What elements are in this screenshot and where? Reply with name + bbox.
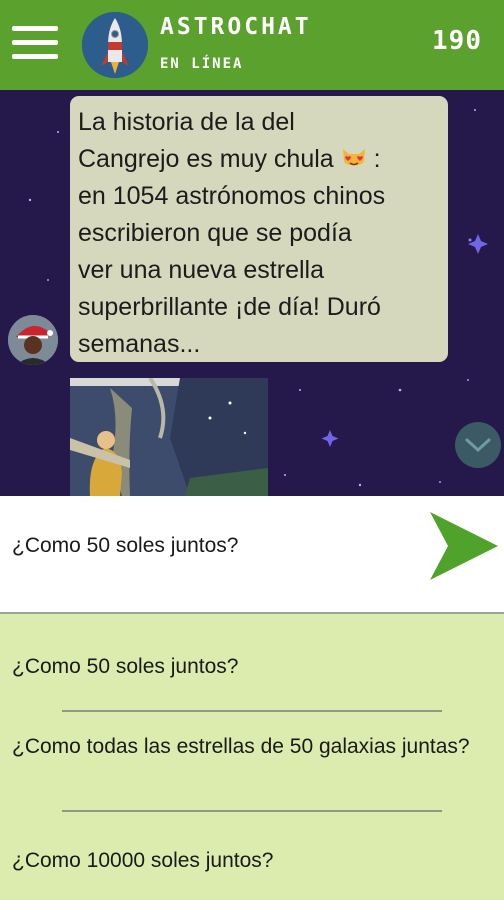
message-bubble: La historia de la del Cangrejo es muy ch… xyxy=(70,96,448,362)
message-line: semanas... xyxy=(78,330,201,358)
send-arrow-icon xyxy=(430,512,498,580)
chat-area[interactable]: La historia de la del Cangrejo es muy ch… xyxy=(0,90,504,496)
message-line: superbrillante ¡de día! Duró xyxy=(78,293,381,321)
message-line: en 1054 astrónomos chinos xyxy=(78,182,386,210)
message-line: escribieron que se podía xyxy=(78,219,352,247)
send-button[interactable] xyxy=(426,510,500,582)
answer-options: ¿Como 50 soles juntos? ¿Como todas las e… xyxy=(0,614,504,900)
answer-option[interactable]: ¿Como 50 soles juntos? xyxy=(12,652,482,682)
sender-avatar xyxy=(8,315,58,365)
message-input[interactable]: ¿Como 50 soles juntos? xyxy=(12,534,238,558)
online-status: EN LÍNEA xyxy=(160,56,244,72)
divider xyxy=(62,710,442,712)
message-input-area: ¿Como 50 soles juntos? xyxy=(0,496,504,614)
message-line: ver una nueva estrella xyxy=(78,256,324,284)
answer-option[interactable]: ¿Como 10000 soles juntos? xyxy=(12,846,482,876)
rocket-icon xyxy=(82,12,148,78)
chevron-down-icon xyxy=(465,438,491,453)
divider xyxy=(62,810,442,812)
answer-option[interactable]: ¿Como todas las estrellas de 50 galaxias… xyxy=(12,732,482,762)
scroll-down-button[interactable] xyxy=(455,422,501,468)
score-counter: 190 xyxy=(432,26,482,56)
chat-image[interactable] xyxy=(70,378,268,496)
app-header: ASTROCHAT EN LÍNEA 190 xyxy=(0,0,504,90)
hamburger-menu-icon[interactable] xyxy=(12,26,58,60)
message-line: La historia de la del xyxy=(78,108,295,136)
app-title: ASTROCHAT xyxy=(160,14,312,40)
heart-eyes-cat-emoji xyxy=(342,149,365,166)
message-line: Cangrejo es muy chula : xyxy=(78,145,381,173)
